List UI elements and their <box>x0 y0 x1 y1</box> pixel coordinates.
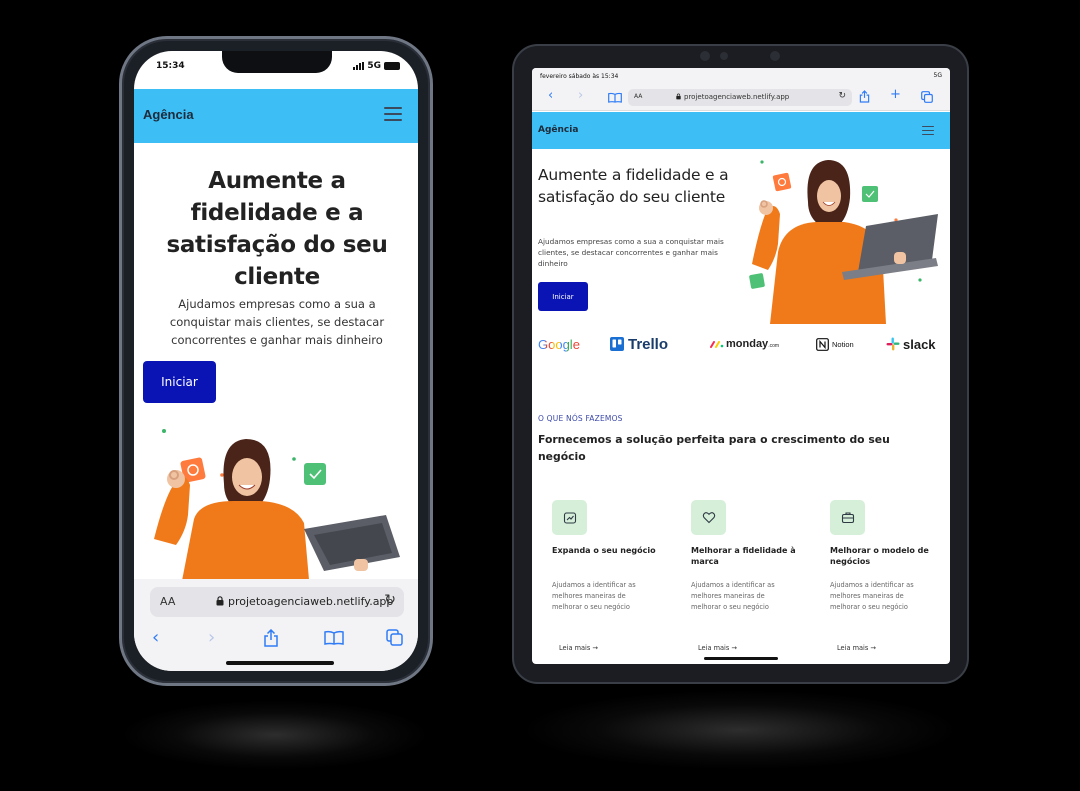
monday-logo-suffix: .com <box>768 343 780 349</box>
home-indicator <box>704 657 778 660</box>
tabs-icon[interactable] <box>921 91 933 103</box>
feature-card: Melhorar a fidelidade à marca Ajudamos a… <box>677 500 797 652</box>
feature-description: Ajudamos a identificar as melhores manei… <box>552 581 636 611</box>
hamburger-icon[interactable] <box>384 107 402 121</box>
hero-illustration <box>154 429 400 591</box>
site-header: Agência <box>134 89 418 143</box>
plus-icon[interactable]: + <box>890 87 901 102</box>
address-bar[interactable]: AA projetoagenciaweb.netlify.app ↻ <box>628 89 852 106</box>
notion-logo-text: Notion <box>832 339 854 349</box>
hero-subtitle: Ajudamos empresas como a sua a conquista… <box>538 237 724 268</box>
briefcase-icon <box>830 500 865 535</box>
lock-icon <box>216 596 224 606</box>
monday-logo-text: monday <box>726 338 769 350</box>
google-logo-text: Google <box>538 336 580 352</box>
tablet-status-bar: fevereiro sábado às 15:34 5G <box>532 68 950 84</box>
monday-icon <box>710 341 724 348</box>
browser-nav: ‹ › <box>134 627 418 651</box>
read-more-link[interactable]: Leia mais → <box>559 644 598 652</box>
forward-icon[interactable]: › <box>208 627 215 648</box>
back-icon[interactable]: ‹ <box>548 88 553 103</box>
text-size-button[interactable]: AA <box>160 595 175 608</box>
signal-icon <box>353 62 365 70</box>
hero-title: Aumente a fidelidade e a satisfação do s… <box>166 168 388 290</box>
hero-illustration <box>749 160 938 324</box>
slack-logo-text: slack <box>903 336 936 352</box>
url-text: projetoagenciaweb.netlify.app <box>684 93 790 101</box>
battery-icon <box>384 62 400 70</box>
hero-subtitle: Ajudamos empresas como a sua a conquista… <box>169 297 385 347</box>
home-indicator <box>226 661 334 665</box>
start-button[interactable]: Iniciar <box>143 361 216 403</box>
phone-screen: 15:34 5G Agência Aumente a fidelidade e … <box>134 51 418 671</box>
monday-logo: monday .com <box>710 333 779 355</box>
share-icon[interactable] <box>859 90 870 103</box>
status-time: 15:34 <box>156 61 185 71</box>
camera-icon <box>700 51 710 61</box>
trello-logo-text: Trello <box>628 335 669 353</box>
trello-logo: Trello <box>610 333 668 355</box>
heart-icon <box>691 500 726 535</box>
network-label: 5G <box>933 72 942 79</box>
phone-device: 15:34 5G Agência Aumente a fidelidade e … <box>119 36 433 686</box>
feature-card: Melhorar o modelo de negócios Ajudamos a… <box>816 500 936 652</box>
slack-logo: slack <box>886 333 936 355</box>
trello-icon <box>610 337 624 351</box>
browser-toolbar: AA projetoagenciaweb.netlify.app ↻ ‹ › <box>134 579 418 671</box>
reload-icon[interactable]: ↻ <box>838 91 846 101</box>
tablet-device: fevereiro sábado às 15:34 5G ‹ › AA proj… <box>512 44 969 684</box>
lock-icon <box>676 93 681 100</box>
share-icon[interactable] <box>263 629 279 647</box>
status-indicators: 5G <box>353 61 400 71</box>
tablet-screen: fevereiro sábado às 15:34 5G ‹ › AA proj… <box>532 68 950 664</box>
mockup-stage: 15:34 5G Agência Aumente a fidelidade e … <box>0 0 1080 791</box>
address-bar[interactable]: AA projetoagenciaweb.netlify.app ↻ <box>150 587 404 617</box>
phone-shadow <box>120 700 430 770</box>
hero-title: Aumente a fidelidade e a satisfação do s… <box>538 166 729 206</box>
url-text: projetoagenciaweb.netlify.app <box>228 595 394 608</box>
bookmarks-icon[interactable] <box>324 630 344 645</box>
feature-description: Ajudamos a identificar as melhores manei… <box>691 581 775 611</box>
partner-logos: Google Trello monday .com Notion slack <box>532 333 950 355</box>
tabs-icon[interactable] <box>386 629 403 646</box>
feature-description: Ajudamos a identificar as melhores manei… <box>830 581 914 611</box>
site-header: Agência <box>532 112 950 149</box>
start-button[interactable]: Iniciar <box>538 282 588 311</box>
section-eyebrow: O QUE NÓS FAZEMOS <box>538 414 623 423</box>
notion-logo: Notion <box>816 333 854 355</box>
notion-icon <box>816 337 829 351</box>
bookmarks-icon[interactable] <box>608 92 622 103</box>
tablet-shadow <box>520 690 960 770</box>
status-datetime: fevereiro sábado às 15:34 <box>540 73 619 80</box>
growth-icon <box>552 500 587 535</box>
camera-icon <box>770 51 780 61</box>
read-more-link[interactable]: Leia mais → <box>837 644 876 652</box>
forward-icon[interactable]: › <box>578 88 583 103</box>
feature-title: Expanda o seu negócio <box>552 546 656 555</box>
feature-title: Melhorar o modelo de negócios <box>830 546 929 566</box>
hamburger-icon[interactable] <box>922 126 934 135</box>
reload-icon[interactable]: ↻ <box>384 592 396 608</box>
slack-icon <box>886 337 900 351</box>
camera-icon <box>720 52 728 60</box>
site-brand[interactable]: Agência <box>538 125 578 135</box>
google-logo: Google <box>538 333 580 355</box>
network-label: 5G <box>367 61 381 71</box>
read-more-link[interactable]: Leia mais → <box>698 644 737 652</box>
feature-title: Melhorar a fidelidade à marca <box>691 546 796 566</box>
section-heading: Fornecemos a solução perfeita para o cre… <box>538 433 890 463</box>
feature-card: Expanda o seu negócio Ajudamos a identif… <box>538 500 658 652</box>
browser-toolbar: ‹ › AA projetoagenciaweb.netlify.app ↻ + <box>532 84 950 111</box>
phone-status-bar: 15:34 5G <box>134 61 418 77</box>
text-size-button[interactable]: AA <box>634 93 642 100</box>
site-brand[interactable]: Agência <box>143 107 194 122</box>
back-icon[interactable]: ‹ <box>152 627 159 648</box>
